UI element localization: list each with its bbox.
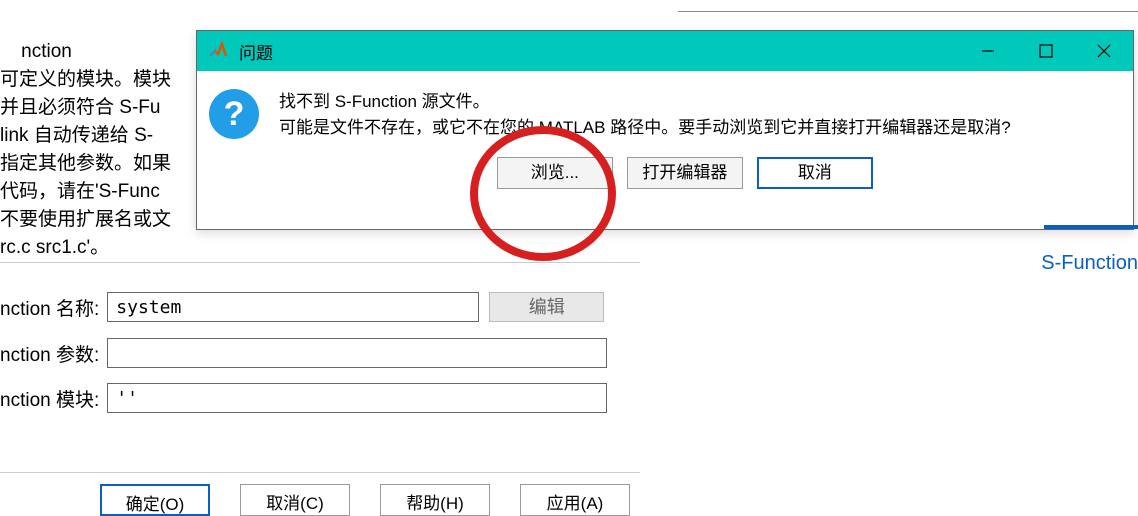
name-input[interactable]	[107, 292, 479, 322]
close-button[interactable]	[1075, 31, 1133, 71]
help-button[interactable]: 帮助(H)	[380, 484, 490, 516]
ok-button[interactable]: 确定(O)	[100, 484, 210, 516]
cancel-button[interactable]: 取消(C)	[240, 484, 350, 516]
matlab-app-icon	[205, 38, 231, 64]
description-text: nction 可定义的模块。模块 并且必须符合 S-Fu link 自动传递给 …	[0, 10, 171, 290]
apply-button[interactable]: 应用(A)	[520, 484, 630, 516]
param-input[interactable]	[107, 338, 607, 368]
open-editor-button[interactable]: 打开编辑器	[627, 157, 743, 189]
edit-button[interactable]: 编辑	[489, 292, 604, 322]
minimize-button[interactable]	[959, 31, 1017, 71]
sfunction-block-label: S-Function	[1041, 252, 1138, 275]
question-icon: ?	[209, 89, 259, 139]
maximize-button[interactable]	[1017, 31, 1075, 71]
dialog-title: 问题	[239, 39, 273, 64]
question-dialog: 问题 ? 找不到 S-Function 源文件。 可能是文件不存在，或它不在您的…	[196, 30, 1134, 230]
background-panel-edge	[678, 0, 1138, 12]
sfunction-block-edge	[1044, 225, 1138, 229]
module-label: nction 模块:	[0, 385, 99, 412]
param-label: nction 参数:	[0, 340, 99, 367]
dialog-cancel-button[interactable]: 取消	[757, 157, 873, 189]
module-input[interactable]	[107, 383, 607, 413]
dialog-message: 找不到 S-Function 源文件。 可能是文件不存在，或它不在您的 MATL…	[279, 89, 1011, 141]
browse-button[interactable]: 浏览...	[497, 157, 613, 189]
divider	[0, 262, 640, 263]
divider-bottom	[0, 472, 640, 473]
dialog-titlebar[interactable]: 问题	[197, 31, 1133, 71]
name-label: nction 名称:	[0, 294, 99, 321]
